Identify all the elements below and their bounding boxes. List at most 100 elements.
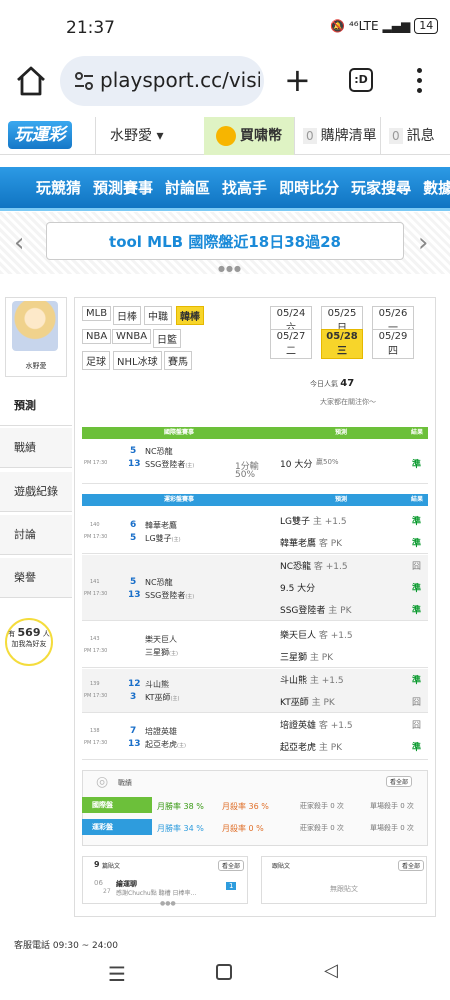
sidebar-item-discuss[interactable]: 討論	[0, 515, 72, 555]
game-time: PM 17:30	[84, 591, 108, 597]
pick-line: 主 PK	[311, 698, 335, 708]
table-row: 140 PM 17:30 6 5 韓華老鷹 LG雙子(主) LG雙子 主 +1.…	[82, 508, 428, 554]
followed-posts-title: 跟貼文	[272, 863, 291, 870]
team-name: 斗山熊	[145, 680, 169, 689]
intl-result-header: 結果	[406, 427, 428, 439]
buy-coin-label: 買啸幣	[240, 128, 282, 144]
nav-item[interactable]: 玩競猜	[36, 177, 81, 198]
league-tag[interactable]: NBA	[82, 329, 112, 344]
cart-link[interactable]: 0 購牌清單	[294, 117, 380, 155]
intl-pred-header: 預測	[276, 427, 406, 439]
score: 6	[130, 520, 137, 530]
pick: 培證英雄 客 +1.5	[280, 718, 353, 731]
nav-item[interactable]: 找高手	[222, 177, 267, 198]
signal-icon: ⁴⁶LTE	[348, 19, 379, 33]
bulb-pre: 有	[8, 630, 16, 638]
sidebar-item-honor[interactable]: 榮譽	[0, 558, 72, 598]
posts-title: 篇貼文	[102, 863, 121, 870]
league-tag-active[interactable]: 韓棒	[176, 306, 204, 325]
intl-header: 國際盤賽事	[82, 427, 276, 439]
messages-label: 訊息	[406, 128, 435, 144]
pick: LG雙子 主 +1.5	[280, 514, 347, 527]
pick-line: 客 +1.5	[313, 562, 348, 572]
site-settings-icon[interactable]	[74, 72, 94, 90]
kill-rate: 月殺率 0 %	[222, 824, 264, 833]
nav-item[interactable]: 即時比分	[279, 177, 339, 198]
pick-line: 主 +1.5	[312, 517, 347, 527]
league-tag[interactable]: 日籃	[153, 329, 181, 348]
league-tag[interactable]: WNBA	[112, 329, 152, 344]
result-mark: 準	[412, 517, 422, 527]
site-logo[interactable]: 玩運彩	[8, 121, 72, 149]
win-rate: 月勝率 34 %	[157, 824, 204, 833]
league-tag[interactable]: 足球	[82, 351, 110, 370]
game-time: PM 17:30	[84, 648, 108, 654]
popularity-label: 今日人氣	[310, 380, 338, 388]
coin-icon	[216, 126, 236, 146]
kill-rate: 月殺率 36 %	[222, 802, 269, 811]
score: 5	[130, 533, 137, 543]
sidebar-item-history[interactable]: 遊戲紀錄	[0, 472, 72, 512]
pick-team: LG雙子	[280, 517, 310, 527]
nav-item[interactable]: 數據	[423, 177, 450, 198]
bulb-unit: 人	[42, 630, 50, 638]
new-tab-icon[interactable]: +	[284, 62, 311, 98]
chevron-right-icon[interactable]: ›	[418, 228, 428, 258]
league-tag[interactable]: MLB	[82, 306, 112, 321]
nav-item[interactable]: 預測賽事	[93, 177, 153, 198]
url-text[interactable]: playsport.cc/visit	[100, 68, 260, 92]
chevron-left-icon[interactable]: ‹	[14, 228, 24, 258]
league-tag[interactable]: 中職	[144, 306, 172, 325]
sidebar-item-record[interactable]: 戰績	[0, 428, 72, 468]
team-name: 樂天巨人	[145, 635, 177, 644]
back-icon[interactable]: ◁	[324, 960, 338, 981]
nav-item[interactable]: 討論區	[165, 177, 210, 198]
recent-apps-icon[interactable]: ☰	[108, 962, 126, 986]
home-marker: (主)	[170, 696, 180, 702]
tab-switcher-button[interactable]: :D	[349, 68, 373, 92]
home-nav-icon[interactable]	[216, 964, 232, 980]
league-tag[interactable]: 日棒	[113, 306, 141, 325]
dealer-killer: 莊家殺手 0 次	[300, 802, 344, 810]
line-percent: 50%	[235, 470, 256, 480]
post-day: 27	[103, 888, 111, 895]
buy-coin-button[interactable]: 買啸幣	[204, 117, 294, 155]
pick-line: 客 +1.5	[318, 631, 353, 641]
local-result-header: 結果	[406, 494, 428, 506]
record-label-intl: 國際盤	[82, 797, 152, 813]
avatar[interactable]	[12, 301, 58, 351]
team-name: NC恐龍	[145, 447, 173, 456]
local-header: 運彩盤賽事	[82, 494, 276, 506]
result-mark: 準	[412, 676, 422, 686]
messages-link[interactable]: 0 訊息	[380, 117, 450, 155]
pick-team: NC恐龍	[280, 562, 312, 572]
score: 12	[128, 679, 141, 689]
date-tab[interactable]: 05/29 四	[372, 329, 414, 359]
target-icon: ◎	[96, 774, 109, 790]
pick-line: 客 PK	[318, 539, 343, 549]
home-marker: (主)	[171, 537, 181, 543]
date-tab[interactable]: 05/27 二	[270, 329, 312, 359]
view-all-button[interactable]: 看全部	[398, 860, 425, 871]
banner-text[interactable]: tool MLB 國際盤近18日38過28	[46, 222, 404, 260]
overflow-menu-icon[interactable]	[417, 68, 423, 94]
pick-line: 主 PK	[328, 606, 352, 616]
sidebar-item-predict[interactable]: 預測	[0, 386, 72, 426]
home-icon[interactable]	[14, 64, 48, 98]
pick: 10 大分	[280, 460, 313, 470]
game-no: 140	[90, 522, 100, 528]
user-menu[interactable]: 水野愛 ▾	[95, 117, 205, 155]
date-tab-active[interactable]: 05/28 三	[321, 329, 363, 359]
pick: 韓華老鷹 客 PK	[280, 536, 342, 549]
view-all-button[interactable]: 看全部	[386, 776, 413, 787]
friends-bulb[interactable]: 有 569 人 加我為好友	[5, 618, 53, 666]
nav-item[interactable]: 玩家搜尋	[351, 177, 411, 198]
league-tag[interactable]: 賽馬	[164, 351, 192, 370]
view-all-button[interactable]: 看全部	[218, 860, 245, 871]
record-title: 戰績	[118, 779, 132, 787]
pick: NC恐龍 客 +1.5	[280, 559, 348, 572]
home-marker: (主)	[169, 651, 178, 657]
league-tag[interactable]: NHL冰球	[113, 351, 162, 370]
pick: 斗山熊 主 +1.5	[280, 673, 344, 686]
home-marker: (主)	[185, 594, 195, 600]
